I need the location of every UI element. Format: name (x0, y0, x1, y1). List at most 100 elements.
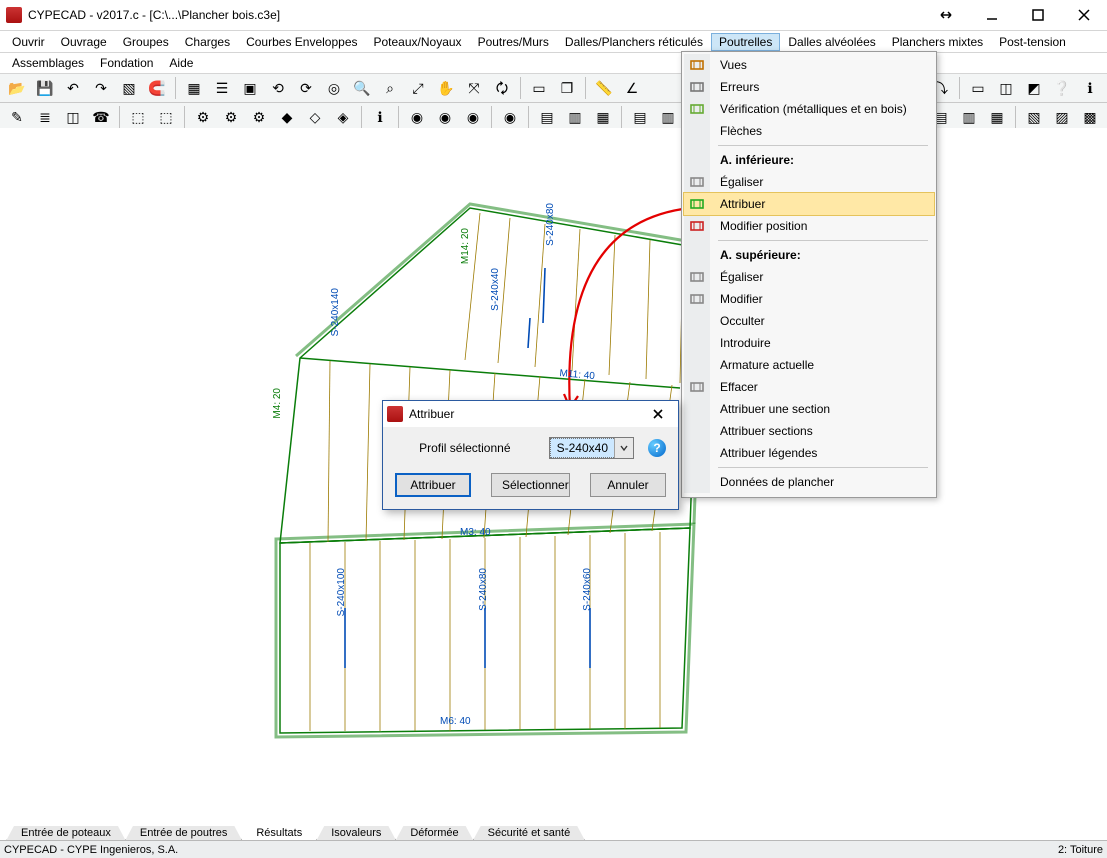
hatch-button[interactable]: ▧ (116, 75, 142, 101)
menu-item-modifier-position[interactable]: Modifier position (684, 215, 934, 237)
menu-item--galiser[interactable]: Égaliser (684, 171, 934, 193)
menu-item-donn-es-de-plancher[interactable]: Données de plancher (684, 471, 934, 493)
a1-button[interactable]: ▤ (534, 104, 560, 130)
menu-item-v-rification-m-talliques-et-en-bois-[interactable]: Vérification (métalliques et en bois) (684, 98, 934, 120)
maximize-button[interactable] (1015, 0, 1061, 30)
menu-item-attribuer[interactable]: Attribuer (684, 193, 934, 215)
zoom-all-button[interactable]: ⤧ (461, 75, 487, 101)
h2-button[interactable]: ▥ (655, 104, 681, 130)
menu-aide[interactable]: Aide (161, 54, 201, 72)
target-button[interactable]: ◎ (321, 75, 347, 101)
menu-item-attribuer-sections[interactable]: Attribuer sections (684, 420, 934, 442)
cubes-button[interactable]: ⬚ (153, 104, 179, 130)
resize-arrows-icon[interactable] (923, 0, 969, 30)
pan-button[interactable]: ✋ (433, 75, 459, 101)
menu-poteaux-noyaux[interactable]: Poteaux/Noyaux (366, 33, 470, 51)
menu-item-occulter[interactable]: Occulter (684, 310, 934, 332)
zoom-out-button[interactable]: ⤢ (405, 75, 431, 101)
close-button[interactable] (1061, 0, 1107, 30)
t6-button[interactable]: ◩ (1021, 75, 1047, 101)
menu-fondation[interactable]: Fondation (92, 54, 161, 72)
r2-button[interactable]: ▥ (956, 104, 982, 130)
menu-courbes-enveloppes[interactable]: Courbes Enveloppes (238, 33, 365, 51)
minimize-button[interactable] (969, 0, 1015, 30)
cirC-button[interactable]: ◉ (460, 104, 486, 130)
menu-poutrelles[interactable]: Poutrelles (711, 33, 780, 51)
page-button[interactable]: ▭ (526, 75, 552, 101)
menu-item-erreurs[interactable]: Erreurs (684, 76, 934, 98)
cirD-button[interactable]: ◉ (497, 104, 523, 130)
zoom-win-button[interactable]: ⌕ (377, 75, 403, 101)
tab-r-sultats[interactable]: Résultats (241, 826, 317, 841)
find-button[interactable]: 🔍 (349, 75, 375, 101)
menu-item-armature-actuelle[interactable]: Armature actuelle (684, 354, 934, 376)
bolt-button[interactable]: ⚙ (190, 104, 216, 130)
phone-button[interactable]: ☎ (88, 104, 114, 130)
menu-item--galiser[interactable]: Égaliser (684, 266, 934, 288)
rotr-button[interactable]: ⟳ (293, 75, 319, 101)
bolt2-button[interactable]: ⚙ (246, 104, 272, 130)
a2-button[interactable]: ▥ (562, 104, 588, 130)
cirA-button[interactable]: ◉ (404, 104, 430, 130)
b1-button[interactable]: ◆ (274, 104, 300, 130)
menu-item-vues[interactable]: Vues (684, 54, 934, 76)
menu-item-attribuer-l-gendes[interactable]: Attribuer légendes (684, 442, 934, 464)
edit-button[interactable]: ✎ (4, 104, 30, 130)
tab-entr-e-de-poteaux[interactable]: Entrée de poteaux (6, 826, 126, 841)
refresh-button[interactable]: 🗘 (489, 75, 515, 101)
menu-ouvrage[interactable]: Ouvrage (53, 33, 115, 51)
menu-item-effacer[interactable]: Effacer (684, 376, 934, 398)
about-button[interactable]: ℹ (1077, 75, 1103, 101)
r6-button[interactable]: ▩ (1077, 104, 1103, 130)
color-button[interactable]: ▣ (237, 75, 263, 101)
bh-button[interactable]: ◫ (60, 104, 86, 130)
b3-button[interactable]: ◈ (330, 104, 356, 130)
grid-button[interactable]: ▦ (181, 75, 207, 101)
cube-button[interactable]: ⬚ (125, 104, 151, 130)
open-button[interactable]: 📂 (4, 75, 30, 101)
menu-dalles-planchers-r-ticul-s[interactable]: Dalles/Planchers réticulés (557, 33, 711, 51)
menu-item-modifier[interactable]: Modifier (684, 288, 934, 310)
menu-poutres-murs[interactable]: Poutres/Murs (470, 33, 557, 51)
menu-ouvrir[interactable]: Ouvrir (4, 33, 53, 51)
h1-button[interactable]: ▤ (627, 104, 653, 130)
selectionner-button[interactable]: Sélectionner (491, 473, 570, 497)
menu-item-introduire[interactable]: Introduire (684, 332, 934, 354)
stairs-button[interactable]: ≣ (32, 104, 58, 130)
pages-button[interactable]: ❐ (554, 75, 580, 101)
r4-button[interactable]: ▧ (1021, 104, 1047, 130)
ruler-button[interactable]: 📏 (591, 75, 617, 101)
tab-isovaleurs[interactable]: Isovaleurs (316, 826, 396, 841)
redo-button[interactable]: ↷ (88, 75, 114, 101)
annuler-button[interactable]: Annuler (590, 473, 666, 497)
undo-button[interactable]: ↶ (60, 75, 86, 101)
rotl-button[interactable]: ⟲ (265, 75, 291, 101)
menu-item-attribuer-une-section[interactable]: Attribuer une section (684, 398, 934, 420)
menu-groupes[interactable]: Groupes (115, 33, 177, 51)
r5-button[interactable]: ▨ (1049, 104, 1075, 130)
dialog-titlebar[interactable]: Attribuer (383, 401, 678, 427)
chevron-down-icon[interactable] (614, 438, 633, 458)
t5-button[interactable]: ◫ (993, 75, 1019, 101)
help-icon[interactable]: ? (648, 439, 666, 457)
dialog-close-button[interactable] (638, 401, 678, 427)
menu-planchers-mixtes[interactable]: Planchers mixtes (884, 33, 991, 51)
layers-button[interactable]: ☰ (209, 75, 235, 101)
menu-dalles-alv-ol-es[interactable]: Dalles alvéolées (780, 33, 883, 51)
menu-post-tension[interactable]: Post-tension (991, 33, 1074, 51)
info-button[interactable]: ℹ (367, 104, 393, 130)
menu-assemblages[interactable]: Assemblages (4, 54, 92, 72)
menu-charges[interactable]: Charges (177, 33, 238, 51)
tab-d-form-e[interactable]: Déformée (395, 826, 473, 841)
t4-button[interactable]: ▭ (965, 75, 991, 101)
profile-select[interactable]: S-240x40 (549, 437, 634, 459)
a3-button[interactable]: ▦ (590, 104, 616, 130)
b2-button[interactable]: ◇ (302, 104, 328, 130)
r3-button[interactable]: ▦ (984, 104, 1010, 130)
attribuer-button[interactable]: Attribuer (395, 473, 471, 497)
tab-s-curit-et-sant-[interactable]: Sécurité et santé (473, 826, 586, 841)
tab-entr-e-de-poutres[interactable]: Entrée de poutres (125, 826, 242, 841)
angle-button[interactable]: ∠ (619, 75, 645, 101)
save-button[interactable]: 💾 (32, 75, 58, 101)
boltx-button[interactable]: ⚙ (218, 104, 244, 130)
